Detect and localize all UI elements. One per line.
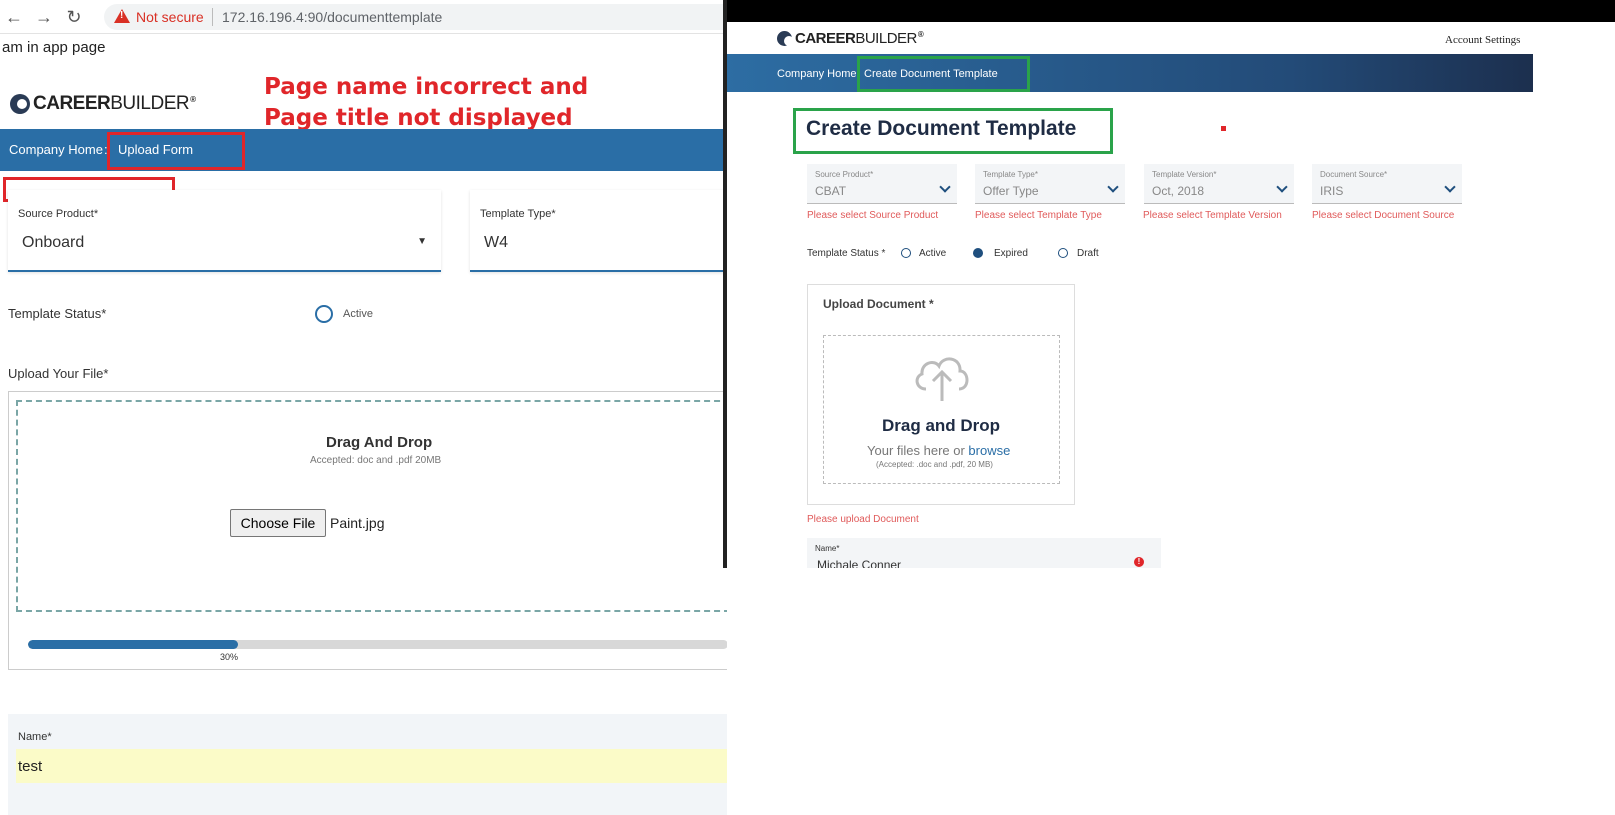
dropzone-accepted-types: (Accepted: .doc and .pdf, 20 MB) — [876, 460, 993, 469]
source-product-label: Source Product* — [18, 208, 99, 220]
reload-icon[interactable]: ↻ — [64, 7, 84, 27]
file-dropzone[interactable] — [16, 400, 740, 612]
careerbuilder-logo-icon — [777, 31, 794, 46]
logo-text-rest: BUILDER — [855, 30, 917, 47]
chevron-down-icon — [1107, 181, 1119, 193]
blank-area — [727, 568, 1615, 815]
document-source-select[interactable]: Document Source* IRIS — [1312, 164, 1462, 204]
browser-toolbar: ← → ↻ Not secure 172.16.196.4:90/documen… — [0, 0, 760, 34]
upload-document-error: Please upload Document — [807, 514, 919, 525]
name-value: Michale Conner — [817, 558, 902, 568]
template-type-field[interactable]: Template Type* W4 — [470, 190, 760, 272]
annotation-box-breadcrumb — [107, 132, 245, 170]
breadcrumb-bar: Company Home : Create Document Template — [727, 54, 1533, 92]
not-secure-label: Not secure — [136, 9, 204, 25]
chevron-down-icon — [939, 181, 951, 193]
status-expired-radio[interactable] — [973, 248, 983, 258]
source-product-value: Onboard — [22, 234, 85, 251]
highlight-box-breadcrumb — [857, 56, 1030, 92]
error-icon: ! — [1134, 557, 1144, 567]
status-active-label: Active — [343, 308, 373, 320]
status-active-label: Active — [919, 248, 947, 259]
app-message: am in app page — [2, 39, 106, 56]
status-active-radio[interactable] — [315, 305, 333, 323]
field-label: Template Type* — [983, 170, 1038, 179]
field-value: Oct, 2018 — [1152, 184, 1205, 198]
review-annotation: Page name incorrect and Page title not d… — [264, 74, 589, 131]
field-value: IRIS — [1320, 184, 1344, 198]
account-settings-link[interactable]: Account Settings — [1445, 34, 1520, 46]
template-status-label: Template Status* — [8, 306, 107, 321]
careerbuilder-logo[interactable]: CAREERBUILDER® — [10, 93, 196, 115]
template-type-error: Please select Template Type — [975, 210, 1102, 221]
source-product-select[interactable]: Source Product* CBAT — [807, 164, 957, 204]
status-draft-label: Draft — [1077, 248, 1099, 259]
right-screenshot-panel: CAREERBUILDER® Account Settings Company … — [727, 22, 1615, 568]
dropzone-subtitle-text: Your files here or — [867, 443, 969, 458]
template-type-label: Template Type* — [480, 208, 556, 220]
left-screenshot-panel: ← → ↻ Not secure 172.16.196.4:90/documen… — [0, 0, 780, 815]
browse-link[interactable]: browse — [968, 443, 1010, 458]
upload-file-label: Upload Your File* — [8, 366, 109, 381]
url-divider — [212, 8, 213, 26]
warning-icon — [114, 9, 130, 23]
source-product-select[interactable]: Source Product* Onboard ▼ — [8, 190, 441, 272]
name-input[interactable]: test — [16, 749, 739, 783]
template-type-select[interactable]: Template Type* Offer Type — [975, 164, 1125, 204]
careerbuilder-logo[interactable]: CAREERBUILDER® — [777, 30, 924, 47]
dropzone-title: Drag And Drop — [326, 434, 433, 451]
name-label: Name* — [815, 544, 840, 553]
status-active-radio[interactable] — [901, 248, 911, 258]
chevron-down-icon — [1444, 181, 1456, 193]
template-type-value: W4 — [484, 234, 508, 251]
stray-red-mark — [1221, 126, 1226, 131]
careerbuilder-logo-icon — [10, 94, 30, 114]
field-value: Offer Type — [983, 184, 1039, 198]
logo-text-bold: CAREER — [33, 93, 111, 114]
chevron-down-icon — [1276, 181, 1288, 193]
status-draft-radio[interactable] — [1058, 248, 1068, 258]
logo-text-bold: CAREER — [795, 30, 856, 47]
dropzone-accepted-types: Accepted: doc and .pdf 20MB — [310, 455, 442, 466]
logo-registered: ® — [190, 94, 196, 104]
cloud-upload-icon — [915, 357, 969, 401]
url-text: 172.16.196.4:90/documenttemplate — [222, 9, 443, 25]
highlight-box-page-title — [793, 108, 1113, 154]
name-field[interactable]: Name* Michale Conner ! — [807, 538, 1161, 568]
logo-text-rest: BUILDER — [110, 93, 190, 114]
dropzone-title: Drag and Drop — [882, 416, 1001, 435]
address-bar[interactable]: Not secure 172.16.196.4:90/documenttempl… — [104, 4, 754, 30]
breadcrumb-home[interactable]: Company Home — [9, 142, 103, 157]
breadcrumb-home[interactable]: Company Home — [777, 68, 856, 80]
document-source-error: Please select Document Source — [1312, 210, 1455, 221]
field-label: Source Product* — [815, 170, 874, 179]
dropzone-subtitle: Your files here or browse — [867, 443, 1010, 458]
upload-document-label: Upload Document * — [823, 297, 934, 311]
field-label: Template Version* — [1152, 170, 1217, 179]
field-label: Document Source* — [1320, 170, 1388, 179]
forward-arrow-icon[interactable]: → — [34, 7, 54, 27]
status-expired-label: Expired — [994, 248, 1028, 259]
caret-down-icon: ▼ — [417, 236, 427, 247]
source-product-error: Please select Source Product — [807, 210, 939, 221]
choose-file-button[interactable]: Choose File — [230, 509, 326, 537]
back-arrow-icon[interactable]: ← — [4, 7, 24, 27]
template-version-select[interactable]: Template Version* Oct, 2018 — [1144, 164, 1294, 204]
upload-progress-label: 30% — [220, 652, 239, 662]
selected-file-name: Paint.jpg — [330, 515, 385, 531]
upload-progress-fill — [28, 640, 238, 649]
upload-progress-bar — [28, 640, 728, 649]
field-value: CBAT — [815, 184, 847, 198]
template-status-label: Template Status * — [807, 248, 886, 259]
logo-registered: ® — [917, 30, 924, 39]
top-black-strip — [727, 0, 1615, 22]
name-label: Name* — [18, 731, 52, 743]
template-version-error: Please select Template Version — [1143, 210, 1282, 221]
